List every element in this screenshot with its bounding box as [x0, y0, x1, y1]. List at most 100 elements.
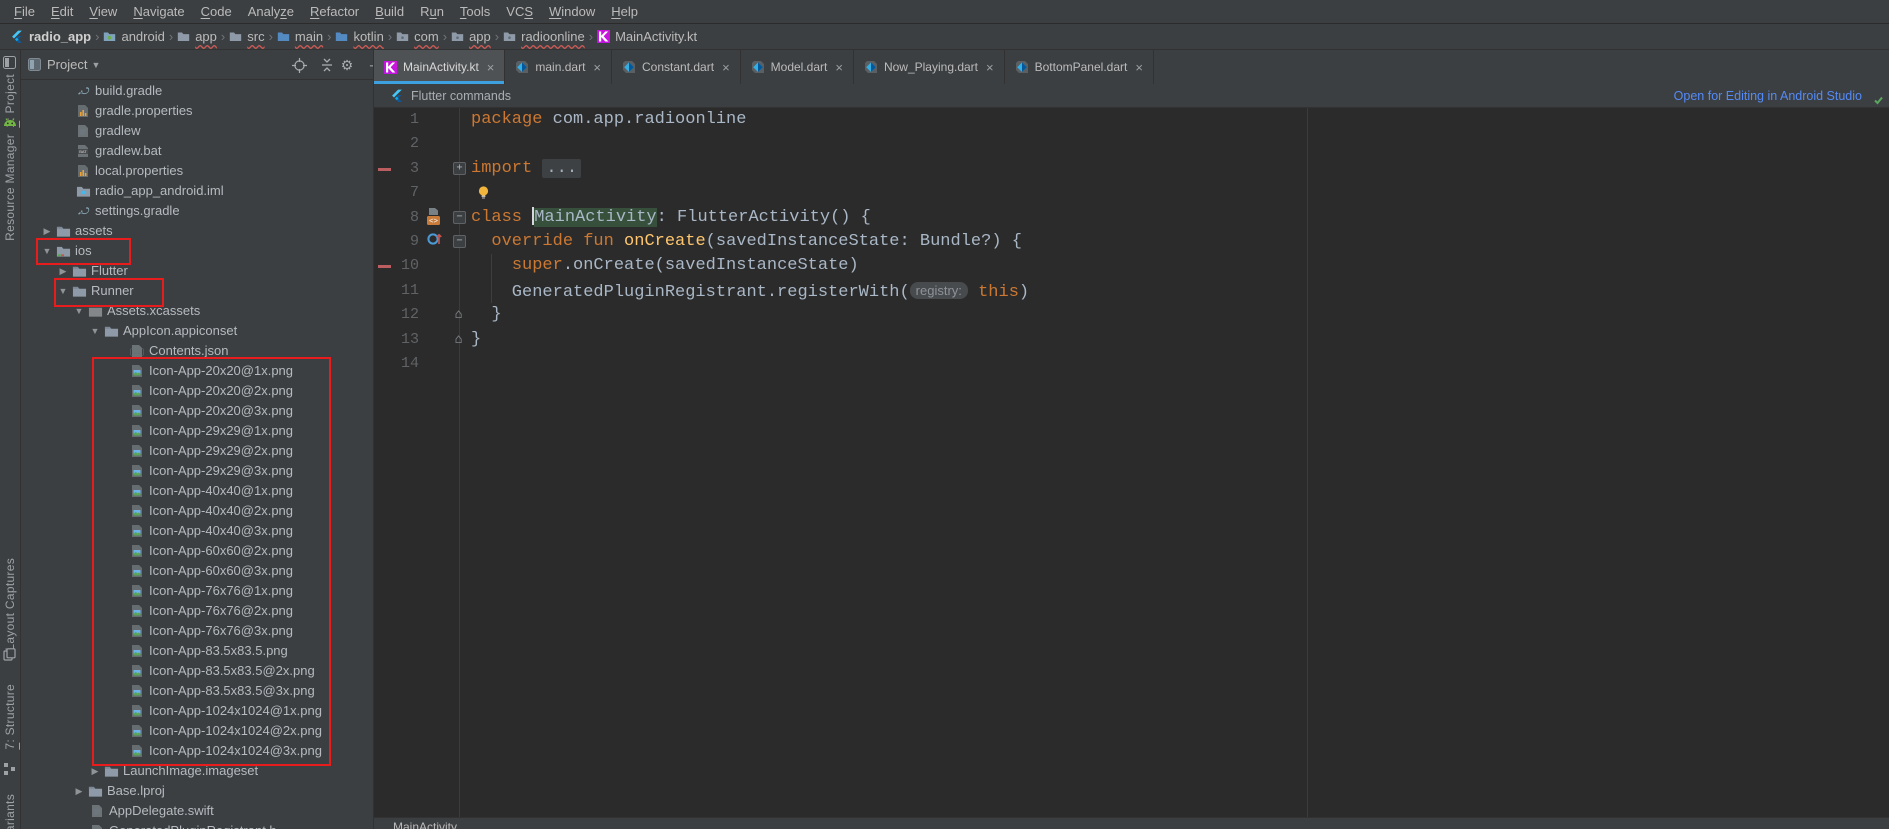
- tree-item-icon-app-20x20-3x.png[interactable]: Icon-App-20x20@3x.png: [20, 401, 373, 421]
- override-method-gutter-icon[interactable]: [426, 231, 443, 255]
- chevron-expanded-icon[interactable]: ▼: [88, 321, 102, 341]
- chevron-collapsed-icon[interactable]: ▶: [56, 261, 70, 281]
- chevron-expanded-icon[interactable]: ▼: [56, 281, 70, 301]
- tree-item-icon-app-1024x1024-2x.png[interactable]: Icon-App-1024x1024@2x.png: [20, 721, 373, 741]
- close-tab-icon[interactable]: ×: [487, 60, 495, 75]
- tree-item-icon-app-1024x1024-3x.png[interactable]: Icon-App-1024x1024@3x.png: [20, 741, 373, 761]
- tree-item-ios[interactable]: ▼ios: [20, 241, 373, 261]
- tab-now_playing-dart[interactable]: Now_Playing.dart×: [854, 50, 1005, 84]
- menu-refactor[interactable]: Refactor: [302, 0, 367, 24]
- tool-strip-structure[interactable]: 7: Structure: [3, 684, 17, 750]
- tool-strip-build-variants[interactable]: Build Variants: [3, 794, 17, 829]
- close-tab-icon[interactable]: ×: [986, 60, 994, 75]
- collapse-all-button[interactable]: [318, 56, 336, 74]
- fold-marker-end[interactable]: ⌂: [453, 333, 464, 344]
- menu-analyze[interactable]: Analyze: [240, 0, 302, 24]
- close-tab-icon[interactable]: ×: [593, 60, 601, 75]
- tree-item-icon-app-83.5x83.5.png[interactable]: Icon-App-83.5x83.5.png: [20, 641, 373, 661]
- fold-marker-plus[interactable]: +: [453, 162, 466, 175]
- open-in-android-studio-link[interactable]: Open for Editing in Android Studio: [1674, 84, 1862, 108]
- close-tab-icon[interactable]: ×: [1135, 60, 1143, 75]
- chevron-expanded-icon[interactable]: ▼: [40, 241, 54, 261]
- tree-item-launchimage.imageset[interactable]: ▶LaunchImage.imageset: [20, 761, 373, 781]
- tree-item-generatedpluginregistrant.h[interactable]: GeneratedPluginRegistrant.h: [20, 821, 373, 829]
- chevron-collapsed-icon[interactable]: ▶: [72, 781, 86, 801]
- tree-item-icon-app-20x20-1x.png[interactable]: Icon-App-20x20@1x.png: [20, 361, 373, 381]
- tree-item-icon-app-60x60-3x.png[interactable]: Icon-App-60x60@3x.png: [20, 561, 373, 581]
- breadcrumb-app[interactable]: app: [451, 29, 491, 44]
- tree-item-icon-app-40x40-1x.png[interactable]: Icon-App-40x40@1x.png: [20, 481, 373, 501]
- tree-item-icon-app-76x76-3x.png[interactable]: Icon-App-76x76@3x.png: [20, 621, 373, 641]
- tab-main-dart[interactable]: main.dart×: [505, 50, 612, 84]
- menu-navigate[interactable]: Navigate: [125, 0, 192, 24]
- breadcrumb-src[interactable]: src: [229, 29, 264, 44]
- tree-item-build.gradle[interactable]: build.gradle: [20, 81, 373, 101]
- chevron-down-icon[interactable]: ▼: [91, 60, 100, 70]
- tree-item-icon-app-20x20-2x.png[interactable]: Icon-App-20x20@2x.png: [20, 381, 373, 401]
- tree-item-appdelegate.swift[interactable]: AppDelegate.swift: [20, 801, 373, 821]
- menu-view[interactable]: View: [81, 0, 125, 24]
- tree-item-gradlew.bat[interactable]: BATgradlew.bat: [20, 141, 373, 161]
- tree-item-icon-app-40x40-3x.png[interactable]: Icon-App-40x40@3x.png: [20, 521, 373, 541]
- fold-marker-minus[interactable]: −: [453, 211, 466, 224]
- menu-file[interactable]: File: [6, 0, 43, 24]
- code-editor[interactable]: 1package com.app.radioonline23+import ..…: [374, 108, 1889, 817]
- breadcrumb-radio_app[interactable]: radio_app: [10, 29, 91, 44]
- tree-item-base.lproj[interactable]: ▶Base.lproj: [20, 781, 373, 801]
- menu-edit[interactable]: Edit: [43, 0, 81, 24]
- chevron-collapsed-icon[interactable]: ▶: [40, 221, 54, 241]
- tab-constant-dart[interactable]: Constant.dart×: [612, 50, 741, 84]
- tool-strip-layout-captures[interactable]: Layout Captures: [3, 558, 17, 651]
- tool-strip-resource-manager[interactable]: Resource Manager: [3, 134, 17, 241]
- menu-code[interactable]: Code: [193, 0, 240, 24]
- locate-file-button[interactable]: [290, 56, 308, 74]
- breadcrumb-mainactivity-kt[interactable]: MainActivity.kt: [597, 29, 697, 44]
- breadcrumb-android[interactable]: android: [103, 29, 164, 44]
- hide-panel-button[interactable]: ─: [366, 56, 373, 74]
- tree-item-icon-app-29x29-3x.png[interactable]: Icon-App-29x29@3x.png: [20, 461, 373, 481]
- breadcrumb-kotlin[interactable]: kotlin: [335, 29, 383, 44]
- tree-item-icon-app-1024x1024-1x.png[interactable]: Icon-App-1024x1024@1x.png: [20, 701, 373, 721]
- fold-marker-minus[interactable]: −: [453, 235, 466, 248]
- close-tab-icon[interactable]: ×: [722, 60, 730, 75]
- menu-help[interactable]: Help: [603, 0, 646, 24]
- breadcrumb-main[interactable]: main: [277, 29, 323, 44]
- editor-breadcrumb-item[interactable]: MainActivity: [393, 820, 457, 829]
- project-panel-title[interactable]: Project: [47, 57, 87, 72]
- tree-item-icon-app-83.5x83.5-2x.png[interactable]: Icon-App-83.5x83.5@2x.png: [20, 661, 373, 681]
- menu-window[interactable]: Window: [541, 0, 603, 24]
- menu-vcs[interactable]: VCS: [498, 0, 541, 24]
- close-tab-icon[interactable]: ×: [835, 60, 843, 75]
- tree-item-radio_app_android.iml[interactable]: radio_app_android.iml: [20, 181, 373, 201]
- tree-item-runner[interactable]: ▼Runner: [20, 281, 373, 301]
- tab-model-dart[interactable]: Model.dart×: [741, 50, 854, 84]
- tree-item-contents.json[interactable]: {..}Contents.json: [20, 341, 373, 361]
- tab-bottompanel-dart[interactable]: BottomPanel.dart×: [1005, 50, 1154, 84]
- tree-item-icon-app-29x29-2x.png[interactable]: Icon-App-29x29@2x.png: [20, 441, 373, 461]
- menu-run[interactable]: Run: [412, 0, 452, 24]
- tree-item-icon-app-83.5x83.5-3x.png[interactable]: Icon-App-83.5x83.5@3x.png: [20, 681, 373, 701]
- tree-item-icon-app-76x76-1x.png[interactable]: Icon-App-76x76@1x.png: [20, 581, 373, 601]
- tree-item-appicon.appiconset[interactable]: ▼AppIcon.appiconset: [20, 321, 373, 341]
- menu-tools[interactable]: Tools: [452, 0, 498, 24]
- fold-marker-end[interactable]: ⌂: [453, 308, 464, 319]
- chevron-collapsed-icon[interactable]: ▶: [88, 761, 102, 781]
- breadcrumb-app[interactable]: app: [177, 29, 217, 44]
- editor-area[interactable]: MainActivity.kt×main.dart×Constant.dart×…: [373, 50, 1889, 829]
- tree-item-icon-app-40x40-2x.png[interactable]: Icon-App-40x40@2x.png: [20, 501, 373, 521]
- tree-item-flutter[interactable]: ▶Flutter: [20, 261, 373, 281]
- tree-item-gradlew[interactable]: gradlew: [20, 121, 373, 141]
- tree-item-icon-app-29x29-1x.png[interactable]: Icon-App-29x29@1x.png: [20, 421, 373, 441]
- breadcrumb-com[interactable]: com: [396, 29, 439, 44]
- tree-item-gradle.properties[interactable]: gradle.properties: [20, 101, 373, 121]
- tree-item-icon-app-60x60-2x.png[interactable]: Icon-App-60x60@2x.png: [20, 541, 373, 561]
- menu-build[interactable]: Build: [367, 0, 412, 24]
- tree-item-settings.gradle[interactable]: settings.gradle: [20, 201, 373, 221]
- tree-item-assets[interactable]: ▶assets: [20, 221, 373, 241]
- tab-mainactivity-kt[interactable]: MainActivity.kt×: [374, 50, 505, 84]
- tree-item-local.properties[interactable]: local.properties: [20, 161, 373, 181]
- tree-item-assets.xcassets[interactable]: ▼Assets.xcassets: [20, 301, 373, 321]
- tree-item-icon-app-76x76-2x.png[interactable]: Icon-App-76x76@2x.png: [20, 601, 373, 621]
- gear-icon[interactable]: ⚙: [338, 56, 356, 74]
- breadcrumb-radioonline[interactable]: radioonline: [503, 29, 585, 44]
